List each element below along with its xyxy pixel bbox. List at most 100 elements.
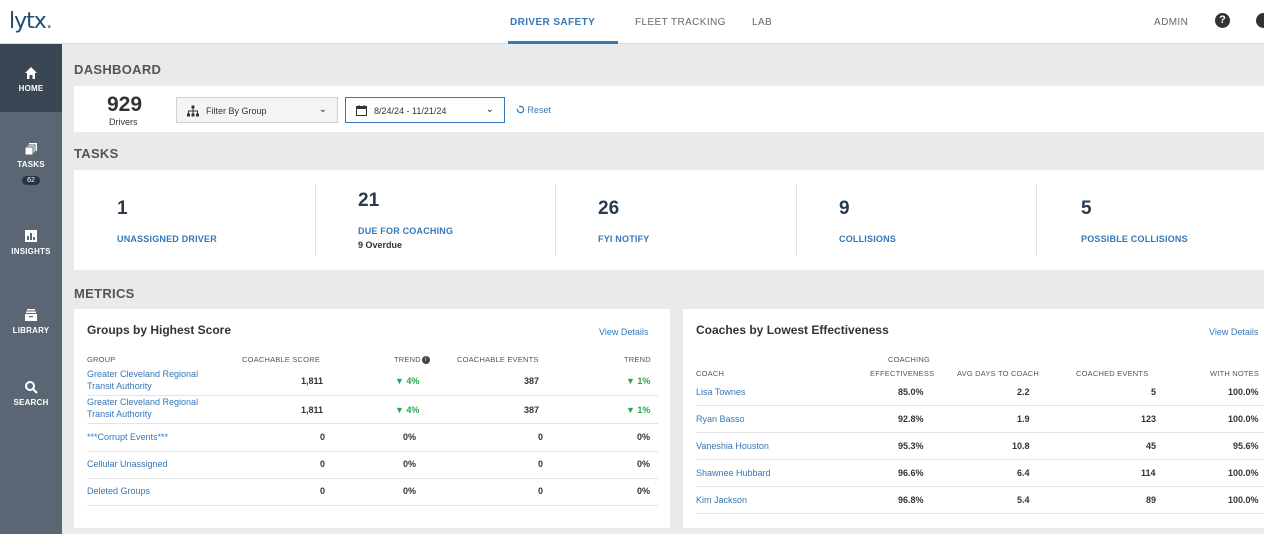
col-header-group: GROUP [87,355,116,364]
task-count: 9 [839,198,850,219]
coached-events: 114 [1141,468,1156,478]
with-notes: 100.0% [1228,387,1259,397]
divider [555,184,556,256]
filter-bar: 929 Drivers Filter By Group ⌄ 8/24/24 - … [74,86,1264,132]
sidebar-item-tasks[interactable]: TASKS 62 [0,142,62,187]
coachable-score: 1,811 [301,405,324,415]
coach-name-link[interactable]: Kim Jackson [696,495,747,505]
coaching-effectiveness: 95.3% [898,441,924,451]
date-range-dropdown[interactable]: 8/24/24 - 11/21/24 ⌄ [345,97,505,123]
sidebar-item-label: SEARCH [13,398,49,407]
coach-name-link[interactable]: Vaneshia Houston [696,441,769,451]
group-name-line: Greater Cleveland Regional [87,369,199,379]
task-label: POSSIBLE COLLISIONS [1081,234,1188,244]
active-tab-indicator [508,41,618,44]
coachable-score: 1,811 [301,376,324,386]
sidebar: HOME TASKS 62 INSIGHTS LIBRARY SEARCH [0,44,62,534]
group-filter-value: Filter By Group [206,106,267,116]
coaches-panel: Coaches by Lowest Effectiveness View Det… [683,309,1264,528]
coached-events: 45 [1146,441,1157,451]
help-icon[interactable]: ? [1215,13,1230,28]
score-trend: ▼ 4% [395,376,420,386]
reset-button[interactable]: Reset [516,105,551,115]
coaching-effectiveness: 96.8% [898,495,924,505]
with-notes: 100.0% [1228,495,1259,505]
task-label: DUE FOR COACHING [358,226,454,236]
group-name-link[interactable]: Deleted Groups [87,486,150,496]
col-header-coach: COACH [696,369,725,378]
info-icon[interactable]: i [421,356,430,365]
with-notes: 95.6% [1233,441,1259,451]
col-header-with-notes: WITH NOTES [1210,369,1260,378]
score-trend: 0% [403,432,417,442]
groups-view-details-link[interactable]: View Details [599,327,648,337]
avg-days-to-coach: 6.4 [1017,468,1030,478]
group-name-line: Transit Authority [87,409,152,419]
user-icon[interactable] [1256,13,1264,28]
insights-icon [25,230,37,242]
group-name-link[interactable]: ***Corrupt Events*** [87,432,168,442]
coach-name-link[interactable]: Ryan Basso [696,414,745,424]
coachable-events: 387 [524,405,540,415]
coach-name-link[interactable]: Lisa Townes [696,387,745,397]
group-name-link[interactable]: Greater Cleveland Regional Transit Author… [87,368,198,392]
group-name-line: Transit Authority [87,381,152,391]
chevron-down-icon: ⌄ [318,104,327,115]
row-divider [696,459,1264,460]
coached-events: 5 [1151,387,1157,397]
tab-fleet-tracking[interactable]: FLEET TRACKING [635,17,726,28]
group-name-link[interactable]: Cellular Unassigned [87,459,168,469]
metrics-title: METRICS [74,286,135,301]
with-notes: 100.0% [1228,468,1259,478]
task-count: 26 [598,198,620,219]
col-header-trend-label: TREND [394,355,421,364]
score-trend: 0% [403,486,417,496]
coaching-effectiveness: 92.8% [898,414,924,424]
top-nav: DRIVER SAFETY FLEET TRACKING LAB [0,0,1264,44]
dashboard-title: DASHBOARD [74,62,162,77]
divider [1036,184,1037,256]
coaching-effectiveness: 85.0% [898,387,924,397]
avg-days-to-coach: 5.4 [1017,495,1030,505]
groups-panel-title: Groups by Highest Score [87,323,232,337]
coached-events: 89 [1146,495,1157,505]
group-name-link[interactable]: Greater Cleveland Regional Transit Author… [87,396,198,420]
events-trend: 0% [637,459,651,469]
sidebar-item-search[interactable]: SEARCH [0,380,62,407]
events-trend: ▼ 1% [626,376,651,386]
coachable-events: 387 [524,376,540,386]
sidebar-item-label: LIBRARY [12,326,50,335]
tasks-count-badge: 62 [22,176,40,185]
tab-driver-safety[interactable]: DRIVER SAFETY [510,17,595,28]
reset-icon [516,105,525,114]
groups-panel: Groups by Highest Score View Details GRO… [74,309,670,528]
sidebar-item-label: INSIGHTS [11,247,51,256]
task-label: COLLISIONS [839,234,897,244]
coach-name-link[interactable]: Shawnee Hubbard [696,468,771,478]
divider [796,184,797,256]
col-header-avg-days: AVG DAYS TO COACH [957,369,1040,378]
row-divider [696,486,1264,487]
tab-lab[interactable]: LAB [752,17,772,28]
task-count: 5 [1081,198,1092,219]
task-overdue-count: 9 Overdue [358,240,403,250]
coached-events: 123 [1141,414,1157,424]
task-count: 1 [117,198,128,219]
group-filter-dropdown[interactable]: Filter By Group ⌄ [176,97,338,123]
sidebar-item-label: HOME [18,84,44,93]
events-trend: ▼ 1% [626,405,651,415]
library-icon [25,309,37,321]
task-count: 21 [358,190,380,211]
avg-days-to-coach: 10.8 [1012,441,1030,451]
coaches-view-details-link[interactable]: View Details [1209,327,1258,337]
admin-menu[interactable]: ADMIN [1154,17,1188,28]
row-divider [87,505,658,506]
avg-days-to-coach: 1.9 [1017,414,1030,424]
sidebar-item-insights[interactable]: INSIGHTS [0,229,62,256]
col-header-coaching-effectiveness: EFFECTIVENESS [870,369,935,378]
coachable-events: 0 [538,432,544,442]
col-header-coachable-score: COACHABLE SCORE [242,355,321,364]
sidebar-item-home[interactable]: HOME [0,66,62,93]
sidebar-item-library[interactable]: LIBRARY [0,308,62,335]
with-notes: 100.0% [1228,414,1259,424]
